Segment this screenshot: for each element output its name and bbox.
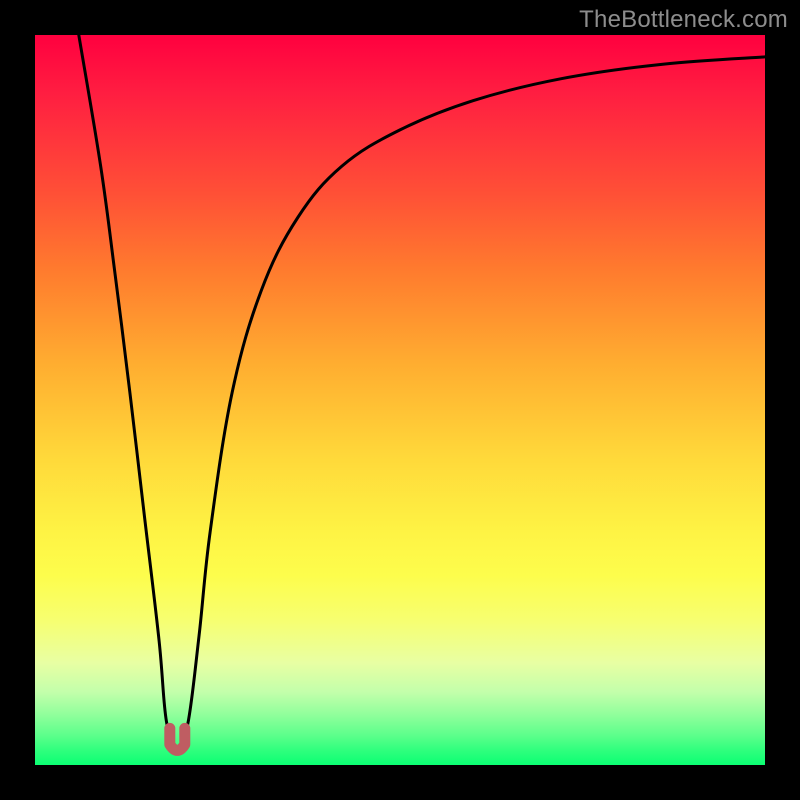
bottleneck-curve-svg: [35, 35, 765, 765]
bottleneck-curve-path: [79, 35, 765, 750]
watermark-text: TheBottleneck.com: [579, 6, 788, 34]
chart-frame: TheBottleneck.com: [0, 0, 800, 800]
dip-marker-path: [170, 728, 185, 750]
plot-area: [35, 35, 765, 765]
